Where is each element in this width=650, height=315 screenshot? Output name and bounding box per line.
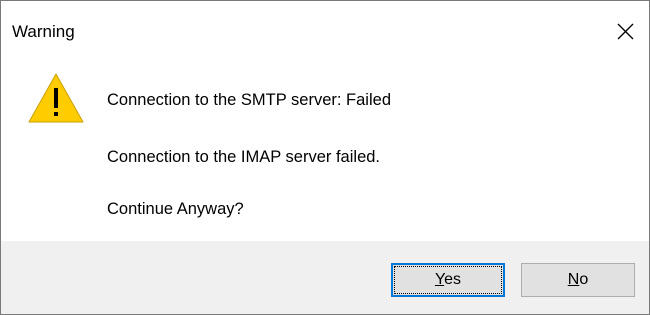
warning-dialog: Warning Connection to the SMTP server: F…: [0, 0, 650, 315]
window-title: Warning: [12, 22, 75, 41]
no-button[interactable]: No: [521, 263, 635, 297]
dialog-content: Connection to the SMTP server: Failed Co…: [1, 63, 649, 241]
close-icon: [617, 23, 634, 40]
button-bar: Yes No: [1, 241, 649, 314]
close-button[interactable]: [603, 11, 649, 51]
message-imap-status: Connection to the IMAP server failed.: [107, 148, 381, 166]
message-smtp-status: Connection to the SMTP server: Failed: [107, 91, 391, 109]
message-continue-prompt: Continue Anyway?: [107, 200, 244, 218]
warning-icon: [28, 73, 84, 123]
yes-button-label: Yes: [434, 271, 462, 288]
no-button-label: No: [567, 271, 589, 288]
title-bar: Warning: [1, 1, 649, 63]
yes-button[interactable]: Yes: [391, 263, 505, 297]
